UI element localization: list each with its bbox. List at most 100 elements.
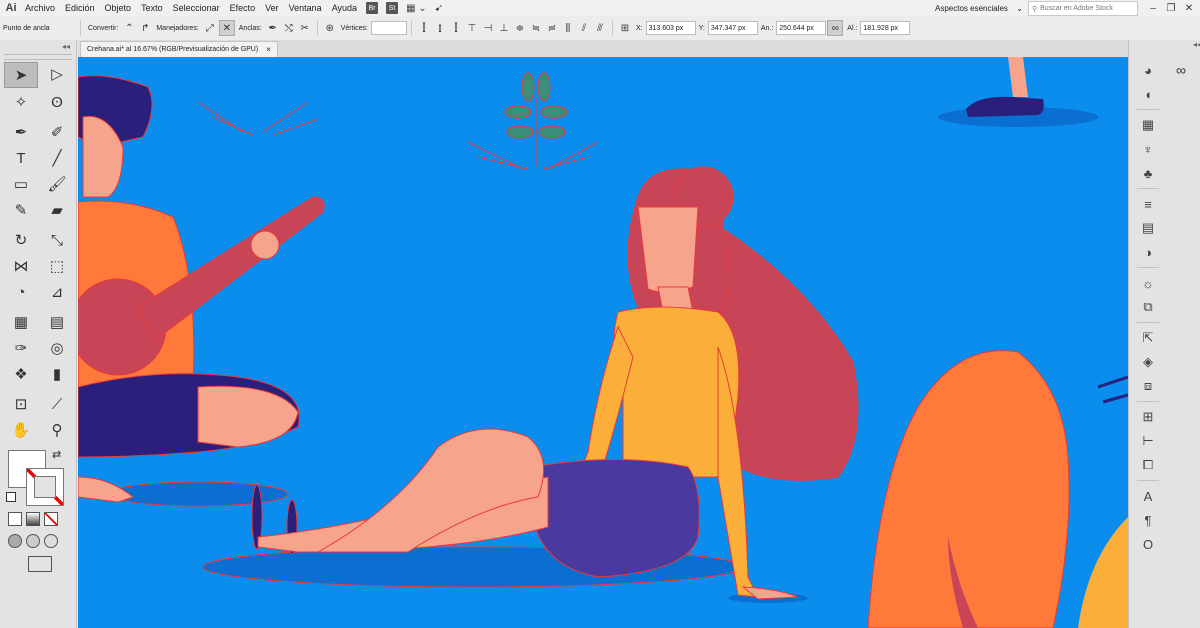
distribute-bottom-icon[interactable]: ≓: [545, 21, 559, 35]
vertices-field[interactable]: [370, 21, 407, 35]
arrange-documents-icon[interactable]: ▦ ⌄: [406, 3, 427, 14]
symbols-icon[interactable]: ♣: [1137, 161, 1159, 185]
transparency-icon[interactable]: ◑: [1137, 240, 1159, 264]
menu-seleccionar[interactable]: Seleccionar: [168, 0, 225, 16]
draw-behind-button[interactable]: [26, 534, 40, 548]
color-mode-button[interactable]: [8, 512, 22, 526]
gradient-icon[interactable]: ▤: [1137, 216, 1159, 240]
shape-builder-tool[interactable]: ◔: [4, 280, 38, 304]
distribute-right-icon[interactable]: ⫻: [593, 21, 607, 35]
stock-search-input[interactable]: ⚲ Buscar en Adobe Stock: [1028, 1, 1138, 16]
height-field[interactable]: 181.928 px: [860, 21, 911, 35]
hand-tool[interactable]: ✋: [4, 418, 38, 442]
bridge-icon[interactable]: Br: [366, 2, 379, 14]
align-right-icon[interactable]: ⫿: [449, 21, 463, 35]
transform-icon[interactable]: ⊞: [1137, 405, 1159, 429]
isolate-icon[interactable]: ⊛: [323, 21, 337, 35]
perspective-grid-tool[interactable]: ⊿: [40, 280, 74, 304]
draw-normal-button[interactable]: [8, 534, 22, 548]
reference-point-icon[interactable]: ⊞: [618, 21, 632, 35]
symbol-sprayer-tool[interactable]: ❖: [4, 362, 38, 386]
creative-cloud-libraries-icon[interactable]: ∞: [1169, 58, 1193, 82]
menu-texto[interactable]: Texto: [136, 0, 168, 16]
distribute-left-icon[interactable]: ⫼: [561, 21, 575, 35]
width-field[interactable]: 250.644 px: [776, 21, 827, 35]
swatches-icon[interactable]: ▦: [1137, 113, 1159, 137]
artboards-icon[interactable]: ⧈: [1137, 374, 1159, 398]
cut-path-icon[interactable]: ✂: [298, 21, 312, 35]
stroke-icon[interactable]: ≡: [1137, 192, 1159, 216]
none-mode-button[interactable]: [44, 512, 58, 526]
close-tab-icon[interactable]: ×: [266, 45, 271, 54]
eyedropper-tool[interactable]: ✑: [4, 336, 38, 360]
menu-ayuda[interactable]: Ayuda: [327, 0, 362, 16]
brushes-icon[interactable]: ♆: [1137, 137, 1159, 161]
stroke-swatch[interactable]: [26, 468, 64, 506]
magic-wand-tool[interactable]: ✧: [4, 90, 38, 114]
remove-anchor-icon[interactable]: ✒: [266, 21, 280, 35]
stock-icon[interactable]: St: [386, 2, 399, 14]
blend-tool[interactable]: ◎: [40, 336, 74, 360]
close-window-button[interactable]: ✕: [1182, 0, 1196, 16]
color-guide-icon[interactable]: ◖: [1137, 82, 1159, 106]
screen-mode-button[interactable]: [28, 556, 52, 572]
constrain-proportions-icon[interactable]: ∞: [827, 20, 844, 36]
maximize-button[interactable]: ❐: [1164, 0, 1178, 16]
free-transform-tool[interactable]: ⬚: [40, 254, 74, 278]
rectangle-tool[interactable]: ▭: [4, 172, 38, 196]
zoom-tool[interactable]: ⚲: [40, 418, 74, 442]
width-tool[interactable]: ⋈: [4, 254, 38, 278]
menu-objeto[interactable]: Objeto: [100, 0, 137, 16]
direct-selection-tool[interactable]: ▷: [40, 62, 74, 86]
distribute-hcenter-icon[interactable]: ⫽: [577, 21, 591, 35]
x-field[interactable]: 313.603 px: [645, 21, 696, 35]
color-icon[interactable]: ◕: [1137, 58, 1159, 82]
collapse-panels-icon[interactable]: ◂◂: [1129, 40, 1200, 54]
slice-tool[interactable]: ⟋: [40, 392, 74, 416]
lasso-tool[interactable]: ʘ: [40, 90, 74, 114]
export-icon[interactable]: ⇱: [1137, 326, 1159, 350]
convert-corner-icon[interactable]: ⌃: [122, 21, 136, 35]
artboard-canvas[interactable]: [78, 57, 1128, 628]
menu-ventana[interactable]: Ventana: [284, 0, 327, 16]
distribute-vcenter-icon[interactable]: ≒: [529, 21, 543, 35]
column-graph-tool[interactable]: ▮: [40, 362, 74, 386]
hide-handles-icon[interactable]: ✕: [218, 20, 235, 36]
align-icon[interactable]: ⊢: [1137, 429, 1159, 453]
collapse-tools-icon[interactable]: ◂◂: [0, 40, 76, 54]
layers-icon[interactable]: ◈: [1137, 350, 1159, 374]
show-handles-icon[interactable]: ⤢: [203, 21, 217, 35]
appearance-icon[interactable]: ☼: [1137, 271, 1159, 295]
convert-smooth-icon[interactable]: ↱: [138, 21, 152, 35]
align-top-icon[interactable]: ⊤: [465, 21, 479, 35]
document-tab[interactable]: Crehana.ai* al 16.67% (RGB/Previsualizac…: [80, 41, 278, 57]
menu-ver[interactable]: Ver: [260, 0, 284, 16]
character-icon[interactable]: A: [1137, 484, 1159, 508]
connect-anchor-icon[interactable]: ⤭: [282, 21, 296, 35]
pathfinder-icon[interactable]: ⧠: [1137, 453, 1159, 477]
align-left-icon[interactable]: ⫿: [417, 21, 431, 35]
gpu-performance-icon[interactable]: ➹: [435, 3, 443, 14]
menu-edicion[interactable]: Edición: [60, 0, 100, 16]
curvature-tool[interactable]: ✐: [40, 120, 74, 144]
gradient-tool[interactable]: ▤: [40, 310, 74, 334]
paintbrush-tool[interactable]: 🖌: [40, 172, 74, 196]
menu-archivo[interactable]: Archivo: [20, 0, 60, 16]
gradient-mode-button[interactable]: [26, 512, 40, 526]
y-field[interactable]: 347.347 px: [707, 21, 758, 35]
opentype-icon[interactable]: O: [1137, 532, 1159, 556]
draw-inside-button[interactable]: [44, 534, 58, 548]
align-vcenter-icon[interactable]: ⊣: [481, 21, 495, 35]
minimize-button[interactable]: –: [1146, 0, 1160, 16]
rotate-tool[interactable]: ↻: [4, 228, 38, 252]
line-tool[interactable]: ╱: [40, 146, 74, 170]
swap-fill-stroke-icon[interactable]: ⇄: [52, 448, 61, 461]
pen-tool[interactable]: ✒: [4, 120, 38, 144]
type-tool[interactable]: T: [4, 146, 38, 170]
align-hcenter-icon[interactable]: ⫾: [433, 21, 447, 35]
align-bottom-icon[interactable]: ⊥: [497, 21, 511, 35]
workspace-switcher[interactable]: Aspectos esenciales ⌄: [932, 1, 1026, 15]
mesh-tool[interactable]: ▦: [4, 310, 38, 334]
paragraph-icon[interactable]: ¶: [1137, 508, 1159, 532]
graphic-styles-icon[interactable]: ⧉: [1137, 295, 1159, 319]
